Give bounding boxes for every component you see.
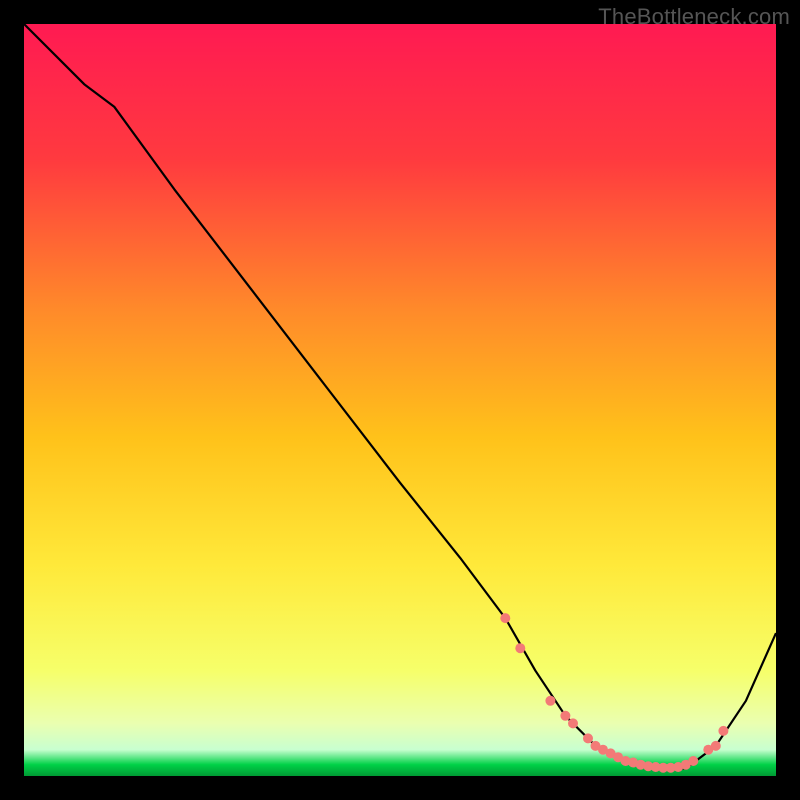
- data-dot: [568, 718, 578, 728]
- data-dot: [688, 756, 698, 766]
- watermark-text: TheBottleneck.com: [598, 4, 790, 30]
- data-dot: [500, 613, 510, 623]
- data-dot: [515, 643, 525, 653]
- data-dot: [718, 726, 728, 736]
- chart-frame: [24, 24, 776, 776]
- data-dot: [583, 733, 593, 743]
- bottleneck-chart: [24, 24, 776, 776]
- data-dot: [711, 741, 721, 751]
- data-dot: [545, 696, 555, 706]
- data-dot: [560, 711, 570, 721]
